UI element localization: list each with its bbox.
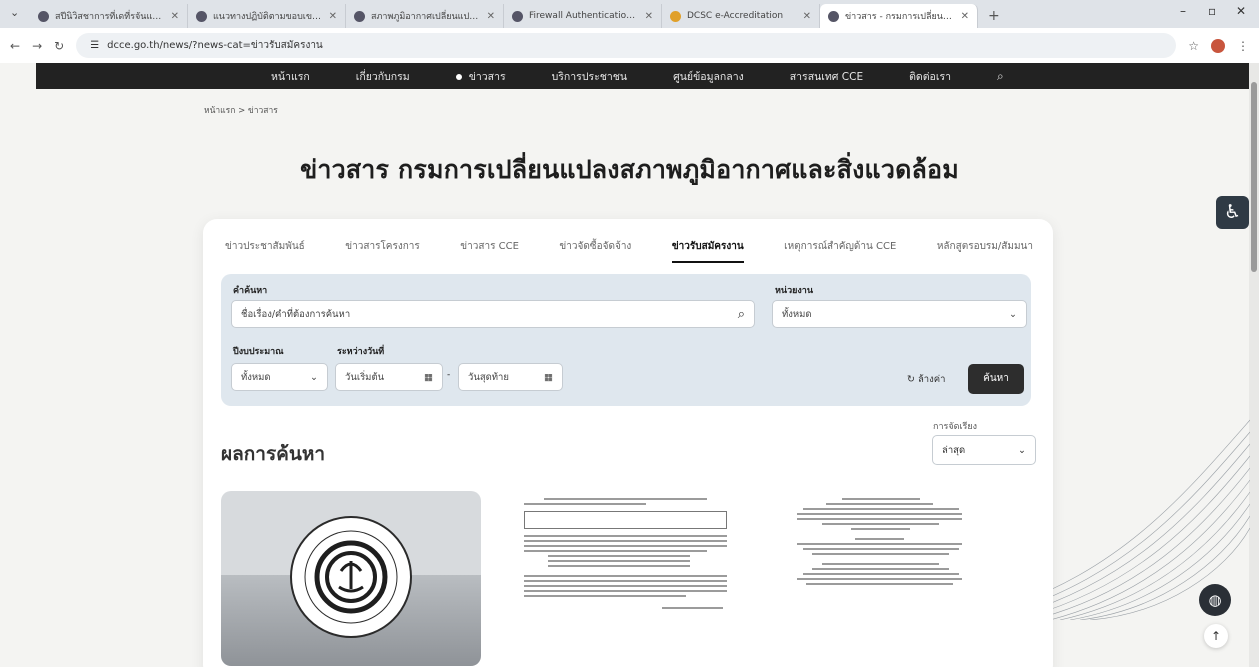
clear-button[interactable]: ↻ ล้างค่า	[907, 372, 945, 387]
browser-tab[interactable]: สภาพภูมิอากาศเปลี่ยนแปลงทางพื้น✕	[346, 4, 504, 28]
address-bar-row: ← → ↻ ☰ dcce.go.th/news/?news-cat=ข่าวรับ…	[0, 28, 1259, 63]
unit-label: หน่วยงาน	[775, 286, 814, 296]
nav-home[interactable]: หน้าแรก	[271, 68, 310, 85]
tab-pr-news[interactable]: ข่าวประชาสัมพันธ์	[225, 239, 305, 263]
search-button[interactable]: ค้นหา	[968, 364, 1024, 394]
profile-avatar[interactable]	[1211, 38, 1225, 53]
results-title: ผลการค้นหา	[221, 443, 326, 465]
bookmark-star-icon[interactable]: ☆	[1188, 39, 1199, 53]
end-date-input[interactable]: วันสุดท้าย ▦	[458, 363, 563, 391]
forward-icon[interactable]: →	[32, 39, 42, 53]
close-tab-icon[interactable]: ✕	[171, 11, 179, 22]
browser-tabbar: ⌄ สปีนิวิสชาการที่เดที่รจันแสดงทพ✕ แนวทา…	[0, 0, 1259, 28]
favicon-icon	[670, 10, 681, 22]
close-tab-icon[interactable]: ✕	[329, 11, 337, 22]
sort-select[interactable]: ล่าสุด ⌄	[932, 435, 1036, 465]
favicon-icon	[828, 10, 839, 22]
filter-panel: คำค้นหา ชื่อเรื่อง/คำที่ต้องการค้นหา ⌕ หน…	[221, 274, 1031, 406]
chevron-down-icon: ⌄	[1009, 308, 1017, 320]
close-window-icon[interactable]: ✕	[1236, 4, 1246, 18]
unit-select[interactable]: ทั้งหมด ⌄	[772, 300, 1027, 328]
search-icon[interactable]: ⌕	[738, 307, 745, 322]
year-label: ปีงบประมาณ	[233, 347, 284, 357]
tab-jobs-news[interactable]: ข่าวรับสมัครงาน	[671, 239, 744, 263]
keyword-input[interactable]: ชื่อเรื่อง/คำที่ต้องการค้นหา ⌕	[231, 300, 755, 328]
nav-contact[interactable]: ติดต่อเรา	[909, 68, 951, 85]
sort-label: การจัดเรียง	[933, 422, 978, 432]
page-title: ข่าวสาร กรมการเปลี่ยนแปลงสภาพภูมิอากาศแล…	[300, 155, 959, 184]
new-tab-icon[interactable]: +	[978, 4, 1010, 28]
year-select[interactable]: ทั้งหมด ⌄	[231, 363, 328, 391]
nav-services[interactable]: บริการประชาชน	[552, 68, 627, 85]
close-tab-icon[interactable]: ✕	[487, 11, 495, 22]
messenger-icon[interactable]: ◍	[1199, 584, 1231, 616]
back-icon[interactable]: ←	[10, 39, 20, 53]
tab-procurement-news[interactable]: ข่าวจัดซื้อจัดจ้าง	[559, 239, 631, 263]
nav-cce-info[interactable]: สารสนเทศ CCE	[790, 68, 863, 85]
browser-tab-active[interactable]: ข่าวสาร - กรมการเปลี่ยนแปลงส✕	[820, 4, 978, 28]
news-thumbnail-document-1[interactable]	[518, 491, 733, 666]
browser-tab[interactable]: สปีนิวิสชาการที่เดที่รจันแสดงทพ✕	[30, 4, 188, 28]
close-tab-icon[interactable]: ✕	[961, 11, 969, 22]
reload-icon[interactable]: ↻	[54, 39, 64, 53]
news-thumbnail-logo[interactable]	[221, 491, 481, 666]
news-thumbnail-document-2[interactable]	[773, 491, 988, 666]
browser-tab[interactable]: DCSC e-Accreditation ✕	[662, 4, 820, 28]
tab-project-news[interactable]: ข่าวสารโครงการ	[345, 239, 420, 263]
url-field[interactable]: ☰ dcce.go.th/news/?news-cat=ข่าวรับสมัครง…	[76, 33, 1177, 58]
range-separator: -	[447, 370, 451, 380]
favicon-icon	[354, 10, 365, 22]
refresh-icon: ↻	[907, 374, 918, 385]
site-info-icon[interactable]: ☰	[90, 40, 99, 51]
back-to-top-icon[interactable]: ↑	[1204, 624, 1228, 648]
search-icon[interactable]: ⌕	[997, 69, 1004, 84]
accessibility-icon[interactable]: ♿	[1216, 196, 1249, 229]
favicon-icon	[196, 10, 207, 22]
menu-icon[interactable]: ⋮	[1237, 39, 1249, 53]
keyword-label: คำค้นหา	[233, 286, 268, 296]
calendar-icon[interactable]: ▦	[424, 372, 433, 383]
close-tab-icon[interactable]: ✕	[803, 11, 811, 22]
category-tabs: ข่าวประชาสัมพันธ์ ข่าวสารโครงการ ข่าวสาร…	[225, 239, 1033, 263]
favicon-icon	[512, 10, 523, 22]
minimize-icon[interactable]: –	[1180, 4, 1186, 18]
department-seal-icon	[290, 516, 412, 638]
tab-cce-events[interactable]: เหตุการณ์สำคัญด้าน CCE	[784, 239, 896, 263]
chevron-down-icon: ⌄	[310, 371, 318, 383]
browser-tab[interactable]: Firewall Authentication Keepali✕	[504, 4, 662, 28]
tab-search-icon[interactable]: ⌄	[10, 6, 19, 19]
calendar-icon[interactable]: ▦	[544, 372, 553, 383]
favicon-icon	[38, 10, 49, 22]
start-date-input[interactable]: วันเริ่มต้น ▦	[335, 363, 443, 391]
browser-tab[interactable]: แนวทางปฏิบัติตามขอบเขตการดำเนิน✕	[188, 4, 346, 28]
range-label: ระหว่างวันที่	[337, 347, 385, 357]
nav-news[interactable]: ข่าวสาร	[456, 68, 506, 85]
nav-about[interactable]: เกี่ยวกับกรม	[356, 68, 410, 85]
restore-icon[interactable]: ▫	[1208, 4, 1216, 18]
close-tab-icon[interactable]: ✕	[645, 11, 653, 22]
nav-data-center[interactable]: ศูนย์ข้อมูลกลาง	[673, 68, 744, 85]
news-card: ข่าวประชาสัมพันธ์ ข่าวสารโครงการ ข่าวสาร…	[203, 219, 1053, 667]
tab-cce-news[interactable]: ข่าวสาร CCE	[460, 239, 519, 263]
site-nav: หน้าแรก เกี่ยวกับกรม ข่าวสาร บริการประชา…	[36, 63, 1249, 89]
breadcrumb: หน้าแรก > ข่าวสาร	[204, 106, 278, 116]
tab-training[interactable]: หลักสูตรอบรม/สัมมนา	[937, 239, 1033, 263]
chevron-down-icon: ⌄	[1018, 444, 1026, 456]
